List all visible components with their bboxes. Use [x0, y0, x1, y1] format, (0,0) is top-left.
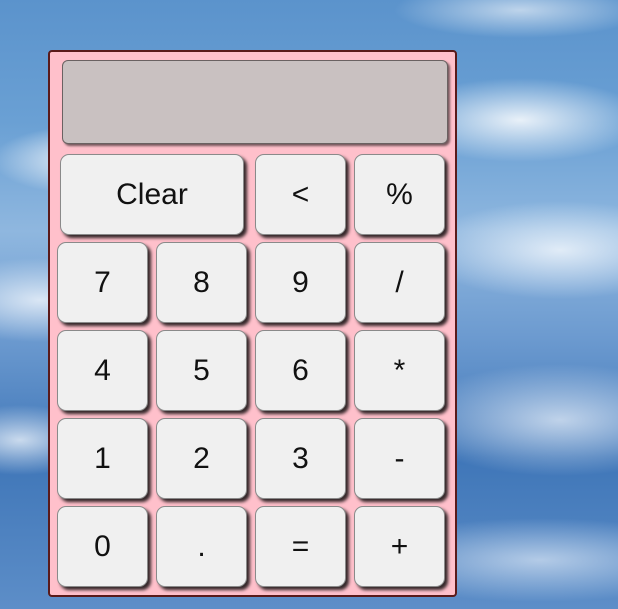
divide-button[interactable]: /: [354, 242, 445, 323]
digit-5-button[interactable]: 5: [156, 330, 247, 411]
decimal-button[interactable]: .: [156, 506, 247, 587]
backspace-button[interactable]: <: [255, 154, 346, 235]
digit-0-button[interactable]: 0: [57, 506, 148, 587]
digit-8-button[interactable]: 8: [156, 242, 247, 323]
percent-button[interactable]: %: [354, 154, 445, 235]
digit-6-button[interactable]: 6: [255, 330, 346, 411]
digit-4-button[interactable]: 4: [57, 330, 148, 411]
digit-3-button[interactable]: 3: [255, 418, 346, 499]
digit-1-button[interactable]: 1: [57, 418, 148, 499]
calculator: Clear < % 7 8 9 / 4 5 6 * 1 2 3 - 0 . = …: [48, 50, 457, 597]
equals-button[interactable]: =: [255, 506, 346, 587]
digit-7-button[interactable]: 7: [57, 242, 148, 323]
add-button[interactable]: +: [354, 506, 445, 587]
multiply-button[interactable]: *: [354, 330, 445, 411]
digit-2-button[interactable]: 2: [156, 418, 247, 499]
clear-button[interactable]: Clear: [60, 154, 244, 235]
calculator-display: [62, 60, 448, 144]
digit-9-button[interactable]: 9: [255, 242, 346, 323]
subtract-button[interactable]: -: [354, 418, 445, 499]
